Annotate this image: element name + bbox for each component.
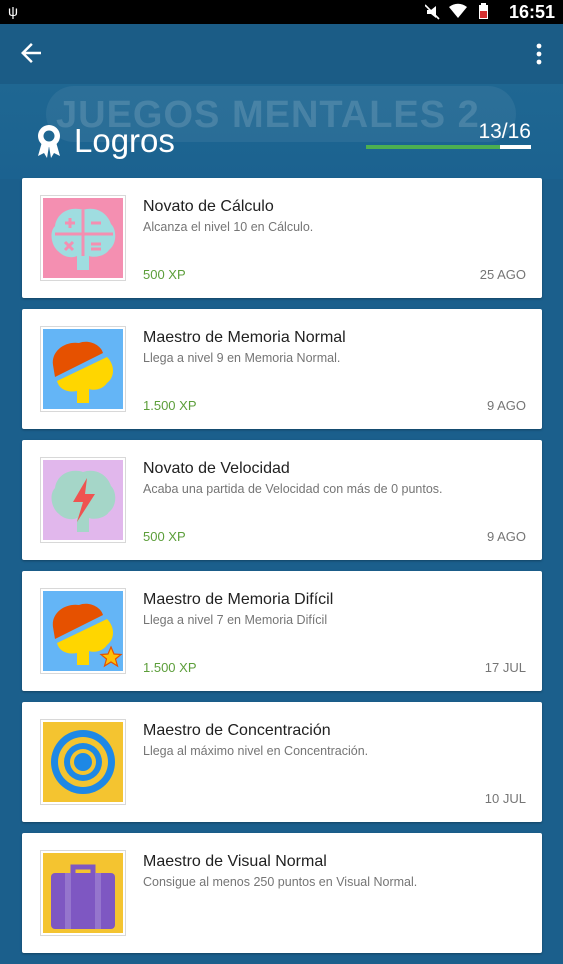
- achievement-description: Alcanza el nivel 10 en Cálculo.: [143, 220, 314, 234]
- achievement-thumbnail: [40, 850, 126, 936]
- achievement-name: Novato de Cálculo: [143, 198, 274, 215]
- achievements-header: JUEGOS MENTALES 2 Logros 13/16: [0, 84, 563, 179]
- target-icon: [43, 722, 123, 802]
- achievement-xp: 1.500 XP: [143, 398, 197, 413]
- achievement-date: 9 AGO: [486, 398, 526, 413]
- award-ribbon-icon: [38, 125, 60, 158]
- progress-bar: [366, 145, 531, 149]
- achievement-card[interactable]: Maestro de Visual Normal Consigue al men…: [22, 833, 542, 953]
- achievement-name: Maestro de Concentración: [143, 722, 331, 739]
- mute-icon: [424, 4, 440, 20]
- achievement-list[interactable]: Novato de Cálculo Alcanza el nivel 10 en…: [22, 178, 542, 964]
- status-bar: ψ 16:51: [0, 0, 563, 24]
- achievement-description: Llega al máximo nivel en Concentración.: [143, 744, 369, 758]
- more-vert-icon[interactable]: [529, 40, 549, 68]
- status-clock: 16:51: [508, 2, 555, 22]
- arrow-back-icon[interactable]: [16, 38, 46, 68]
- progress-bar-fill: [366, 145, 501, 149]
- wifi-icon: [449, 3, 467, 19]
- achievement-card[interactable]: Maestro de Concentración Llega al máximo…: [22, 702, 542, 822]
- brain-memory-star-icon: [43, 591, 123, 671]
- battery-icon: [479, 3, 488, 19]
- achievement-thumbnail: [40, 457, 126, 543]
- brain-math-icon: [43, 198, 123, 278]
- achievement-description: Llega a nivel 7 en Memoria Difícil: [143, 613, 328, 627]
- achievement-thumbnail: [40, 719, 126, 805]
- achievement-date: 9 AGO: [486, 529, 526, 544]
- achievement-name: Maestro de Visual Normal: [143, 853, 327, 870]
- page-title: Logros: [74, 122, 175, 159]
- usb-icon: ψ: [8, 3, 18, 19]
- achievement-card[interactable]: Novato de Velocidad Acaba una partida de…: [22, 440, 542, 560]
- achievement-card[interactable]: Maestro de Memoria Difícil Llega a nivel…: [22, 571, 542, 691]
- achievement-thumbnail: [40, 195, 126, 281]
- brain-lightning-icon: [43, 460, 123, 540]
- achievement-card[interactable]: Novato de Cálculo Alcanza el nivel 10 en…: [22, 178, 542, 298]
- achievement-date: 17 JUL: [484, 660, 526, 675]
- achievement-description: Consigue al menos 250 puntos en Visual N…: [143, 875, 418, 889]
- achievement-xp: 500 XP: [143, 267, 186, 282]
- achievement-name: Novato de Velocidad: [143, 460, 290, 477]
- briefcase-icon: [43, 853, 123, 933]
- achievement-thumbnail: [40, 588, 126, 674]
- achievement-description: Acaba una partida de Velocidad con más d…: [143, 482, 443, 496]
- progress-counter: 13/16: [478, 120, 531, 143]
- achievement-card[interactable]: Maestro de Memoria Normal Llega a nivel …: [22, 309, 542, 429]
- status-icons: [424, 3, 497, 24]
- mute-wifi-battery-icons: [424, 3, 488, 20]
- achievement-name: Maestro de Memoria Normal: [143, 329, 346, 346]
- achievement-xp: 1.500 XP: [143, 660, 197, 675]
- achievement-date: 10 JUL: [484, 791, 526, 806]
- achievement-thumbnail: [40, 326, 126, 412]
- achievement-name: Maestro de Memoria Difícil: [143, 591, 334, 608]
- app-bar: [0, 24, 563, 84]
- achievement-xp: 500 XP: [143, 529, 186, 544]
- brain-memory-icon: [43, 329, 123, 409]
- achievement-description: Llega a nivel 9 en Memoria Normal.: [143, 351, 341, 365]
- achievement-date: 25 AGO: [479, 267, 526, 282]
